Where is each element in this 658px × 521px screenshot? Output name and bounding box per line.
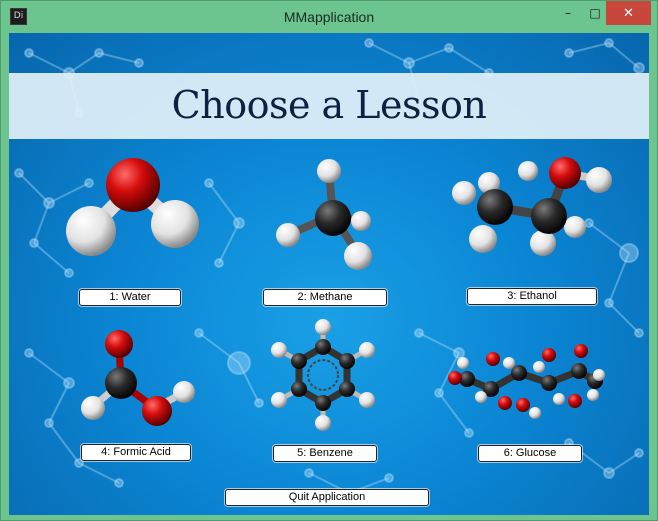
formic-acid-molecule-icon <box>81 330 195 426</box>
app-icon: Di <box>10 8 27 25</box>
lesson-menu-panel: Choose a Lesson 1: Water 2: Methane 3: E… <box>9 33 649 515</box>
quit-application-button[interactable]: Quit Application <box>225 489 429 506</box>
lesson-water-button[interactable]: 1: Water <box>79 289 181 306</box>
application-window: Di MMapplication – □ ✕ Choose a Lesson 1… <box>0 0 658 521</box>
molecule-illustrations <box>66 157 612 431</box>
ethanol-molecule-icon <box>452 157 612 256</box>
glucose-molecule-icon <box>448 344 605 419</box>
close-button[interactable]: ✕ <box>606 1 651 25</box>
lesson-ethanol-button[interactable]: 3: Ethanol <box>467 288 597 305</box>
minimize-button[interactable]: – <box>554 1 582 25</box>
lesson-methane-button[interactable]: 2: Methane <box>263 289 387 306</box>
lesson-formic-acid-button[interactable]: 4: Formic Acid <box>81 444 191 461</box>
window-title: MMapplication <box>283 9 375 25</box>
methane-molecule-icon <box>276 159 372 270</box>
benzene-molecule-icon <box>271 319 375 431</box>
maximize-button[interactable]: □ <box>581 1 609 25</box>
lesson-glucose-button[interactable]: 6: Glucose <box>478 445 582 462</box>
water-molecule-icon <box>66 158 199 256</box>
lesson-benzene-button[interactable]: 5: Benzene <box>273 445 377 462</box>
title-bar[interactable]: Di MMapplication – □ ✕ <box>1 1 657 33</box>
